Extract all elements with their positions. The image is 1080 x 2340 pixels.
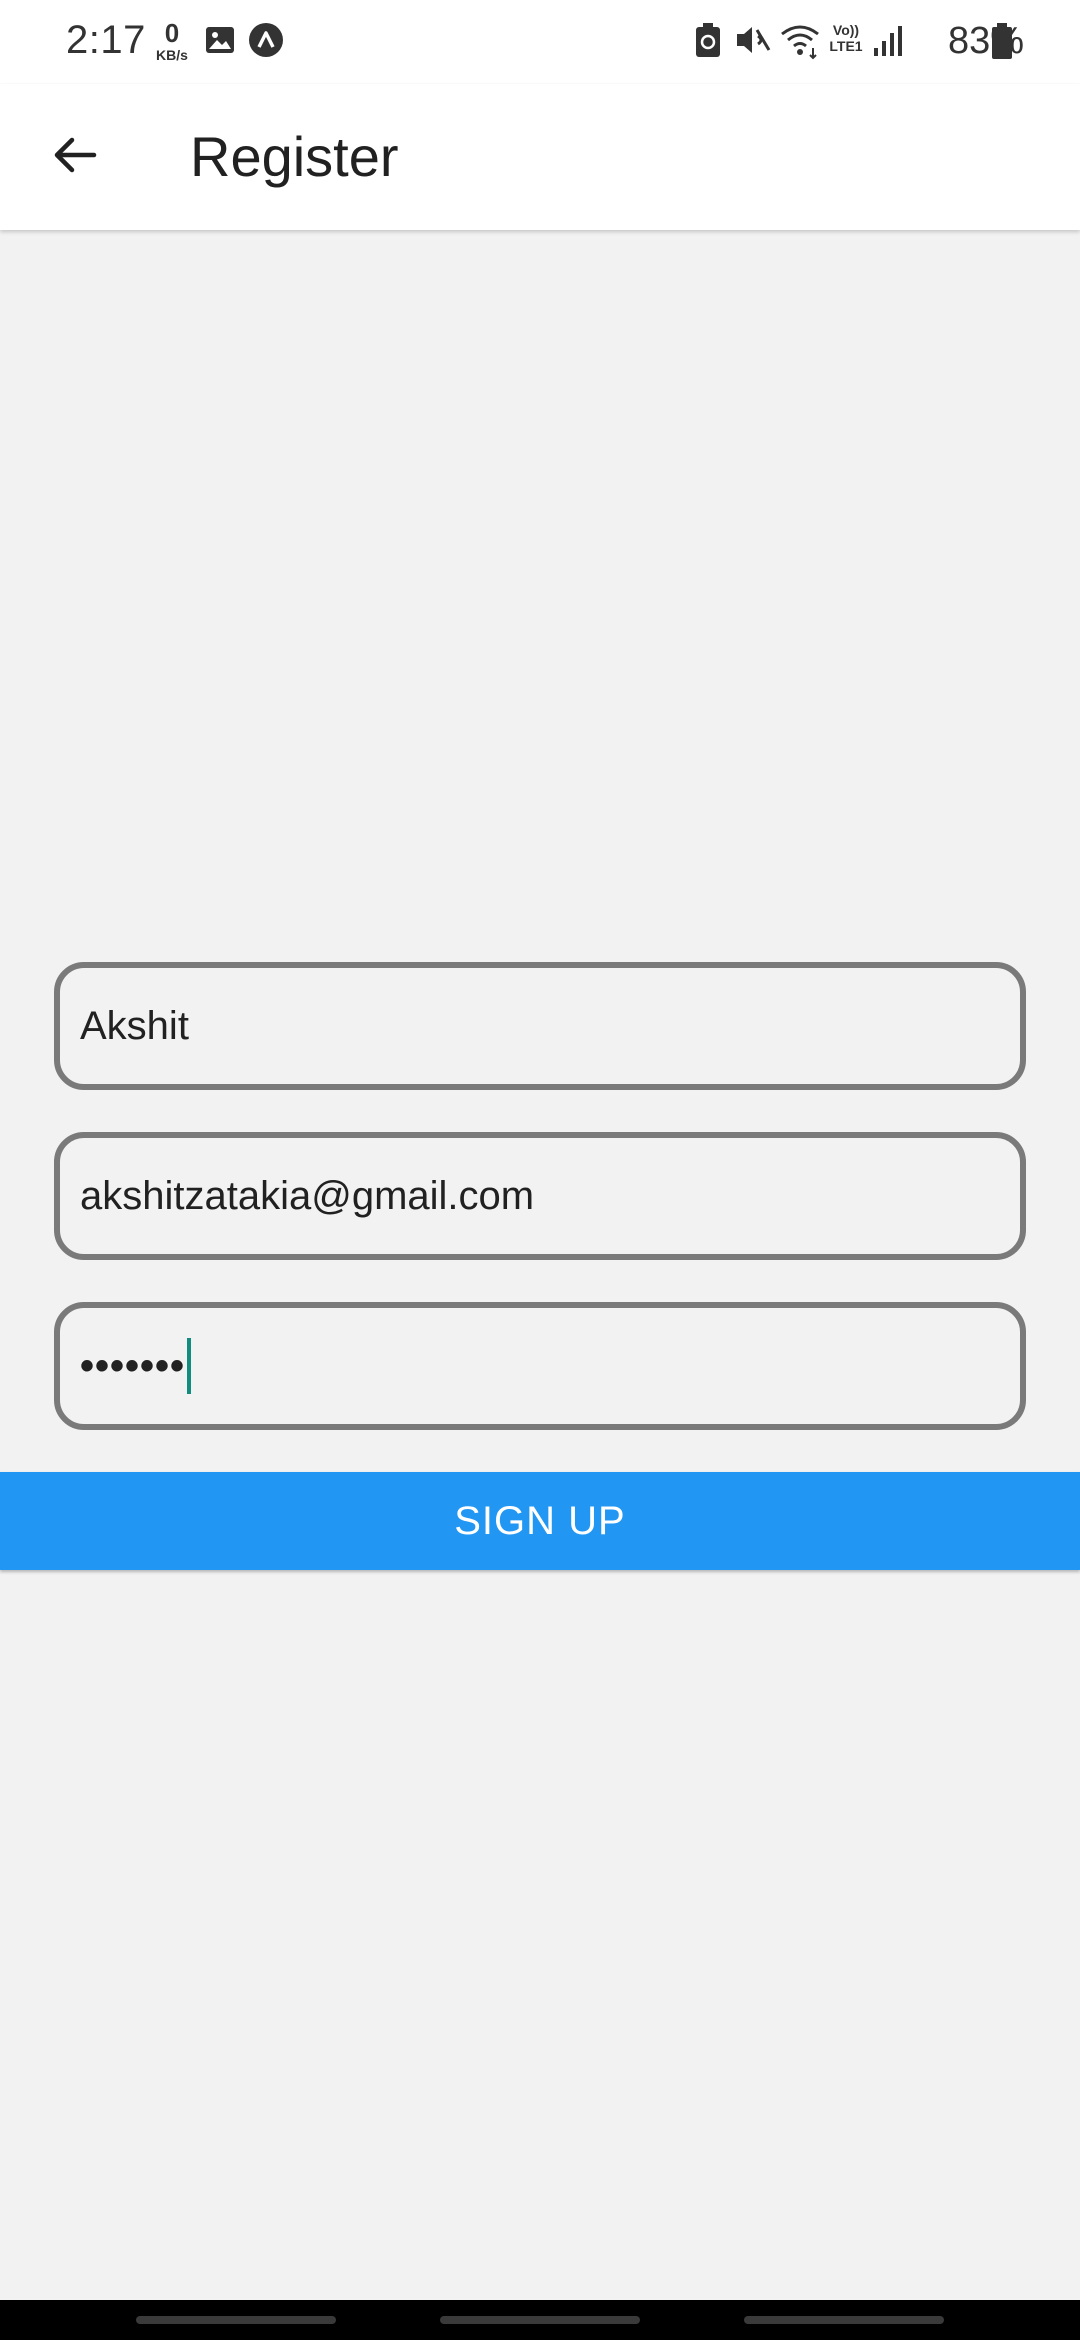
system-nav-bar [0, 2300, 1080, 2340]
battery-icon [990, 22, 1014, 65]
app-bar: Register [0, 84, 1080, 230]
nav-back-button[interactable] [744, 2316, 944, 2324]
nav-home-button[interactable] [440, 2316, 640, 2324]
arrow-left-icon [50, 130, 100, 185]
volte-icon: Vo)) LTE1 [826, 22, 866, 54]
network-speed: 0 KB/s [152, 20, 192, 62]
status-bar: 2:17 0 KB/s Vo)) LTE1 83% [0, 0, 1080, 84]
signal-icon [872, 24, 902, 63]
text-cursor [187, 1338, 192, 1394]
page-title: Register [190, 125, 399, 188]
mute-icon [734, 22, 772, 63]
name-value: Akshit [80, 1003, 189, 1048]
network-speed-value: 0 [164, 18, 180, 48]
app-notification-icon [248, 22, 284, 63]
status-time: 2:17 [66, 18, 146, 62]
sign-up-button[interactable]: SIGN UP [0, 1472, 1080, 1570]
volte-label: Vo)) LTE1 [829, 22, 863, 54]
password-value: ••••••• [80, 1343, 186, 1388]
email-value: akshitzatakia@gmail.com [80, 1173, 535, 1218]
battery-saver-icon [694, 22, 722, 63]
image-icon [204, 24, 236, 61]
password-field[interactable]: ••••••• [54, 1302, 1026, 1430]
sign-up-label: SIGN UP [454, 1498, 626, 1543]
network-speed-unit: KB/s [156, 47, 188, 63]
email-field[interactable]: akshitzatakia@gmail.com [54, 1132, 1026, 1260]
back-button[interactable] [30, 112, 120, 202]
wifi-icon [780, 22, 820, 65]
name-field[interactable]: Akshit [54, 962, 1026, 1090]
nav-recents-button[interactable] [136, 2316, 336, 2324]
